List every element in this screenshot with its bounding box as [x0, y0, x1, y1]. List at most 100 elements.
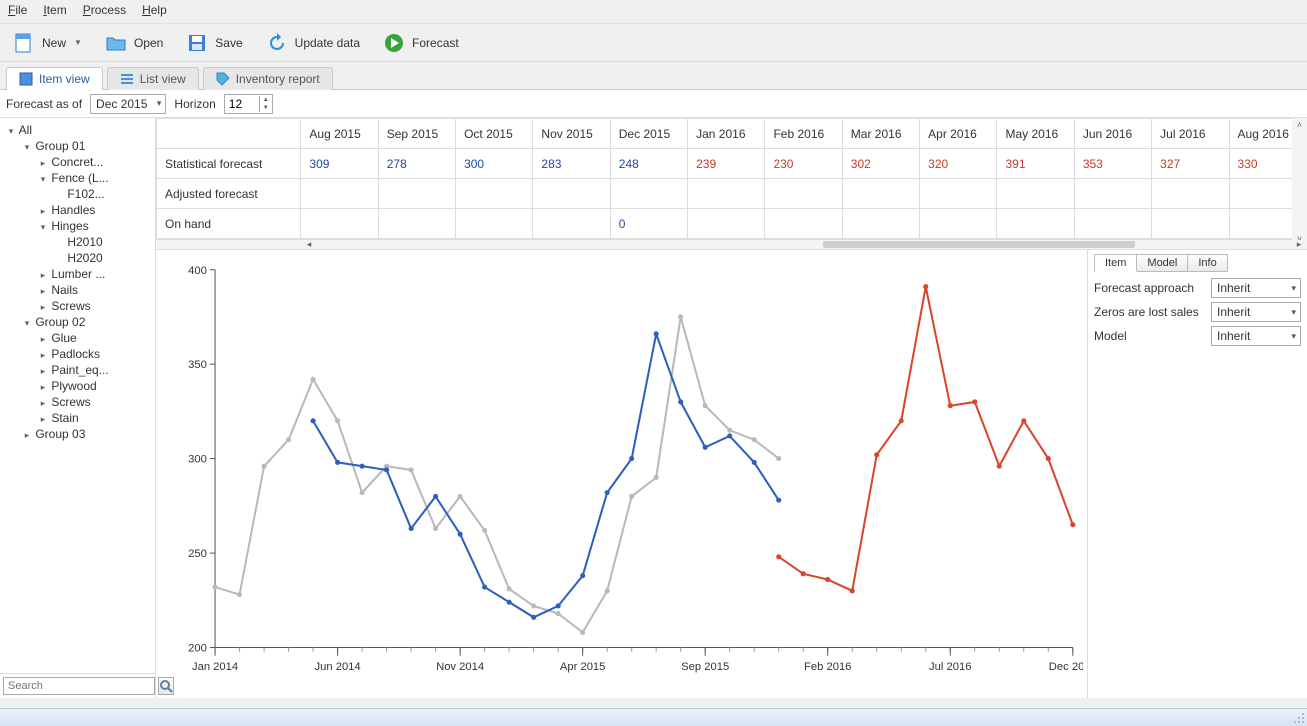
tree-twisty-icon[interactable]: ▸ [22, 430, 32, 441]
item-tree[interactable]: ▾ All▾ Group 01▸ Concret...▾ Fence (L...… [0, 118, 155, 673]
grid-cell[interactable]: 248 [610, 149, 687, 179]
props-tab-info[interactable]: Info [1187, 254, 1227, 272]
grid-cell[interactable]: 353 [1074, 149, 1151, 179]
grid-cell[interactable]: 283 [533, 149, 610, 179]
tree-twisty-icon[interactable]: ▾ [22, 142, 32, 153]
grid-cell[interactable]: 230 [765, 149, 842, 179]
grid-cell[interactable] [378, 179, 455, 209]
grid-cell[interactable] [378, 209, 455, 239]
search-input[interactable] [3, 677, 155, 695]
tree-node[interactable]: ▾ All [0, 122, 155, 138]
tab-list-view[interactable]: List view [107, 67, 199, 90]
tree-node[interactable]: ▾ Group 02 [0, 314, 155, 330]
grid-cell[interactable] [997, 179, 1074, 209]
tree-twisty-icon[interactable]: ▸ [38, 334, 48, 345]
tree-twisty-icon[interactable]: ▸ [38, 398, 48, 409]
tree-node[interactable]: ▸ Stain [0, 410, 155, 426]
grid-cell[interactable]: 0 [610, 209, 687, 239]
grid-cell[interactable]: 391 [997, 149, 1074, 179]
save-button[interactable]: Save [181, 28, 246, 58]
props-tab-model[interactable]: Model [1136, 254, 1188, 272]
prop-select[interactable]: Inherit [1211, 302, 1301, 322]
grid-cell[interactable] [301, 209, 378, 239]
tree-twisty-icon[interactable]: ▸ [38, 270, 48, 281]
tree-twisty-icon[interactable]: ▸ [38, 350, 48, 361]
tree-twisty-icon[interactable]: ▸ [38, 382, 48, 393]
grid-scroll-up[interactable]: ˄ [1295, 118, 1304, 132]
props-tab-item[interactable]: Item [1094, 254, 1137, 272]
grid-scroll-left[interactable]: ◂ [301, 240, 317, 249]
grid-col-header[interactable]: Feb 2016 [765, 119, 842, 149]
grid-cell[interactable] [920, 179, 997, 209]
grid-cell[interactable]: 320 [920, 149, 997, 179]
open-button[interactable]: Open [100, 28, 167, 58]
grid-col-header[interactable]: Jun 2016 [1074, 119, 1151, 149]
grid-scroll-thumb[interactable] [823, 241, 1135, 248]
grid-cell[interactable] [920, 209, 997, 239]
grid-cell[interactable] [1152, 209, 1229, 239]
tree-twisty-icon[interactable]: ▸ [38, 286, 48, 297]
grid-col-header[interactable]: Oct 2015 [456, 119, 533, 149]
grid-cell[interactable] [533, 209, 610, 239]
resize-grip-icon[interactable] [1293, 712, 1305, 724]
tree-node[interactable]: ▸ Screws [0, 298, 155, 314]
grid-cell[interactable]: 309 [301, 149, 378, 179]
grid-cell[interactable] [456, 179, 533, 209]
tree-node[interactable]: ▸ Lumber ... [0, 266, 155, 282]
grid-col-header[interactable]: Jul 2016 [1152, 119, 1229, 149]
grid-cell[interactable] [842, 209, 919, 239]
tree-node[interactable]: ▾ Hinges [0, 218, 155, 234]
grid-cell[interactable]: 327 [1152, 149, 1229, 179]
tree-node[interactable]: ▸ Handles [0, 202, 155, 218]
update-data-button[interactable]: Update data [261, 28, 364, 58]
grid-col-header[interactable]: Mar 2016 [842, 119, 919, 149]
tree-node[interactable]: ▾ Fence (L... [0, 170, 155, 186]
tree-node[interactable]: H2010 [0, 234, 155, 250]
tab-inventory-report[interactable]: Inventory report [203, 67, 333, 90]
tree-twisty-icon[interactable]: ▸ [38, 366, 48, 377]
grid-col-header[interactable]: Dec 2015 [610, 119, 687, 149]
forecast-button[interactable]: Forecast [378, 28, 463, 58]
tree-twisty-icon[interactable]: ▸ [38, 302, 48, 313]
grid-col-header[interactable]: Jan 2016 [688, 119, 765, 149]
tree-node[interactable]: ▸ Group 03 [0, 426, 155, 442]
grid-cell[interactable]: 302 [842, 149, 919, 179]
grid-col-header[interactable]: Nov 2015 [533, 119, 610, 149]
grid-cell[interactable] [688, 179, 765, 209]
grid-cell[interactable]: 300 [456, 149, 533, 179]
grid-cell[interactable] [1152, 179, 1229, 209]
menu-item[interactable]: Item [43, 3, 66, 20]
horizon-input[interactable] [225, 97, 259, 111]
tree-node[interactable]: ▸ Concret... [0, 154, 155, 170]
tree-node[interactable]: ▸ Glue [0, 330, 155, 346]
tree-node[interactable]: H2020 [0, 250, 155, 266]
grid-col-header[interactable]: Sep 2015 [378, 119, 455, 149]
tab-item-view[interactable]: Item view [6, 67, 103, 90]
tree-twisty-icon[interactable]: ▾ [38, 174, 48, 185]
menu-help[interactable]: Help [142, 3, 167, 20]
grid-cell[interactable]: 278 [378, 149, 455, 179]
grid-hscroll[interactable]: ◂ ▸ [156, 240, 1307, 250]
tree-twisty-icon[interactable]: ▾ [6, 126, 16, 137]
prop-select[interactable]: Inherit [1211, 326, 1301, 346]
grid-scroll-right[interactable]: ▸ [1291, 240, 1307, 249]
menu-file[interactable]: File [8, 3, 27, 20]
grid-cell[interactable] [842, 179, 919, 209]
tree-twisty-icon[interactable]: ▾ [22, 318, 32, 329]
tree-twisty-icon[interactable]: ▾ [38, 222, 48, 233]
grid-cell[interactable] [610, 179, 687, 209]
grid-cell[interactable] [456, 209, 533, 239]
grid-cell[interactable] [765, 209, 842, 239]
tree-node[interactable]: ▾ Group 01 [0, 138, 155, 154]
tree-node[interactable]: ▸ Nails [0, 282, 155, 298]
horizon-down[interactable]: ▼ [260, 104, 272, 112]
grid-col-header[interactable]: Aug 2015 [301, 119, 378, 149]
new-button[interactable]: New ▼ [8, 28, 86, 58]
menu-process[interactable]: Process [83, 3, 126, 20]
grid-cell[interactable] [688, 209, 765, 239]
tree-node[interactable]: ▸ Screws [0, 394, 155, 410]
grid-cell[interactable] [533, 179, 610, 209]
grid-cell[interactable] [997, 209, 1074, 239]
grid-cell[interactable] [1074, 209, 1151, 239]
grid-cell[interactable]: 239 [688, 149, 765, 179]
